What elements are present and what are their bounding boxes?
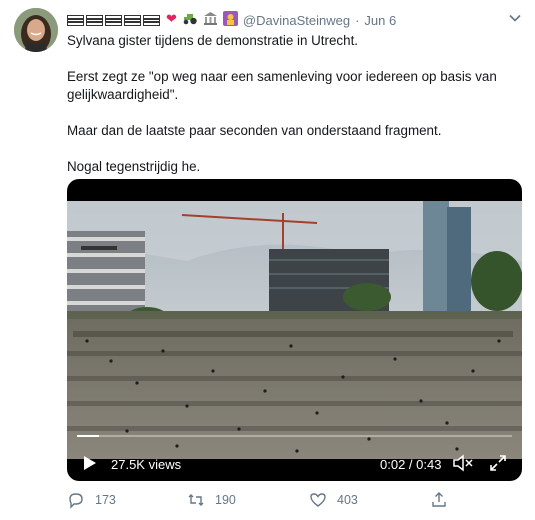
- flag-icon: [67, 14, 84, 26]
- retweet-count: 190: [215, 493, 236, 507]
- heart-icon: ❤: [166, 12, 177, 27]
- video-progress-bar[interactable]: [77, 435, 512, 437]
- chevron-down-icon[interactable]: [508, 11, 522, 25]
- retweet-button[interactable]: 190: [187, 490, 236, 510]
- woman-raising-hand-icon: [222, 10, 238, 30]
- reply-icon: [69, 493, 83, 509]
- reply-button[interactable]: 173: [67, 490, 116, 510]
- like-button[interactable]: 403: [309, 490, 358, 510]
- share-button[interactable]: [430, 490, 458, 510]
- share-icon: [432, 492, 446, 507]
- avatar[interactable]: [14, 8, 58, 52]
- tweet-handle[interactable]: @DavinaSteinweg: [243, 13, 350, 28]
- heart-outline-icon: [310, 493, 326, 507]
- tweet-text: Sylvana gister tijdens de demonstratie i…: [67, 32, 522, 194]
- flag-icon: [105, 14, 122, 26]
- tweet-card[interactable]: ❤ @DavinaSteinweg · Jun 6 Sylvana gister…: [0, 0, 535, 520]
- play-icon[interactable]: [79, 453, 99, 473]
- tweet-header: ❤ @DavinaSteinweg · Jun 6: [67, 10, 522, 30]
- tweet-paragraph: Eerst zegt ze "op weg naar een samenlevi…: [67, 69, 497, 102]
- tweet-actions: 173 190 403: [67, 490, 507, 512]
- fullscreen-icon[interactable]: [488, 453, 508, 473]
- volume-muted-icon[interactable]: [452, 453, 474, 473]
- video-player[interactable]: 27.5K views 0:02 / 0:43: [67, 179, 522, 481]
- video-progress-fill: [77, 435, 99, 437]
- separator-dot: ·: [355, 12, 360, 28]
- tweet-paragraph: Nogal tegenstrijdig he.: [67, 159, 201, 174]
- video-time: 0:02 / 0:43: [380, 457, 442, 472]
- reply-count: 173: [95, 493, 116, 507]
- display-name-flags[interactable]: [67, 14, 160, 26]
- classical-building-icon: [203, 11, 218, 29]
- tweet-paragraph: Maar dan de laatste paar seconden van on…: [67, 123, 442, 138]
- like-count: 403: [337, 493, 358, 507]
- flag-icon: [143, 14, 160, 26]
- avatar-image: [14, 8, 58, 52]
- video-controls: 27.5K views 0:02 / 0:43: [67, 447, 522, 481]
- flag-icon: [86, 14, 103, 26]
- video-frame[interactable]: [67, 201, 522, 459]
- tweet-date[interactable]: Jun 6: [364, 13, 396, 28]
- flag-icon: [124, 14, 141, 26]
- video-view-count: 27.5K views: [111, 457, 182, 472]
- tweet-paragraph: Sylvana gister tijdens de demonstratie i…: [67, 33, 359, 48]
- tractor-icon: [182, 12, 198, 29]
- retweet-icon: [188, 494, 204, 506]
